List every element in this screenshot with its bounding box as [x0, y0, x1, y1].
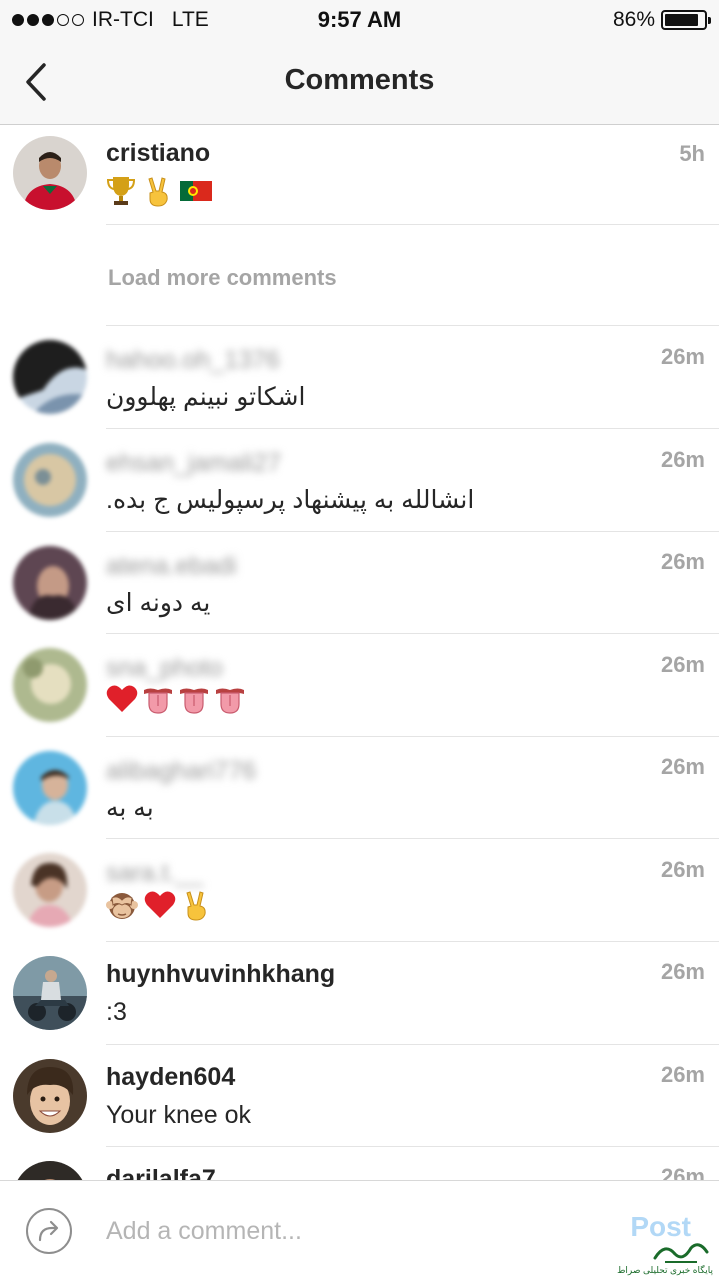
battery-fill — [665, 14, 698, 26]
comment-text: Your knee ok — [106, 1101, 252, 1129]
avatar[interactable] — [13, 751, 87, 825]
load-more-comments-button[interactable]: Load more comments — [108, 265, 337, 291]
battery-percent: 86% — [612, 8, 655, 31]
comments-feed[interactable]: cristiano 5h Load more comments hahoo.oh… — [0, 125, 719, 1180]
tongue-icon — [180, 688, 208, 714]
comment-item: atena.ebadi 26m یه دونه ای — [0, 532, 719, 634]
comment-input[interactable] — [106, 1211, 586, 1251]
avatar[interactable] — [13, 443, 87, 517]
caption-username[interactable]: cristiano — [106, 139, 210, 168]
watermark-icon — [653, 1243, 709, 1263]
comment-item: sna_photo 26m — [0, 634, 719, 737]
comment-input-bar: Post پایگاه خبری تحلیلی صراط — [0, 1180, 719, 1280]
comment-username[interactable]: sara.t.__ — [106, 859, 203, 888]
comment-username[interactable]: hayden604 — [106, 1063, 235, 1092]
caption-item: cristiano 5h — [0, 125, 719, 225]
comment-item: alibaghari776 26m به به — [0, 737, 719, 839]
comment-time: 26m — [660, 652, 705, 677]
comment-username[interactable]: hahoo.oh_1376 — [106, 346, 280, 375]
battery-icon — [661, 10, 711, 30]
victory-hand-icon — [186, 891, 206, 921]
comment-username[interactable]: darilalfa7 — [106, 1165, 216, 1180]
comment-time: 26m — [660, 754, 705, 779]
status-bar: IR-TCI LTE 9:57 AM 86% — [0, 0, 719, 40]
heart-icon — [144, 891, 176, 918]
share-button[interactable] — [26, 1208, 72, 1254]
avatar[interactable] — [13, 136, 87, 210]
avatar[interactable] — [13, 853, 87, 927]
portugal-flag-icon — [180, 181, 212, 201]
comment-time: 26m — [660, 1062, 705, 1087]
page-title: Comments — [284, 64, 435, 96]
comment-time: 26m — [660, 549, 705, 574]
avatar[interactable] — [13, 546, 87, 620]
avatar[interactable] — [13, 648, 87, 722]
comment-item: huynhvuvinhkhang 26m :3 — [0, 942, 719, 1045]
tongue-icon — [216, 688, 244, 714]
victory-hand-icon — [148, 177, 168, 207]
comment-username[interactable]: alibaghari776 — [106, 757, 256, 786]
status-time: 9:57 AM — [317, 7, 402, 32]
comment-time: 26m — [660, 344, 705, 369]
comment-username[interactable]: ehsan_jamali27 — [106, 449, 281, 478]
comment-text: به به — [106, 794, 154, 822]
share-arrow-icon — [38, 1220, 59, 1242]
comment-time: 26m — [660, 959, 705, 984]
comment-emojis — [106, 684, 246, 714]
trophy-icon — [106, 177, 136, 205]
comment-item: darilalfa7 26m — [0, 1147, 719, 1180]
comment-item: hahoo.oh_1376 26m اشکاتو نبینم پهلوون — [0, 326, 719, 429]
comment-item: hayden604 26m Your knee ok — [0, 1045, 719, 1147]
comment-text: انشالله به پیشنهاد پرسپولیس ج بده. — [106, 486, 475, 514]
comment-time: 26m — [660, 857, 705, 882]
comment-item: sara.t.__ 26m — [0, 839, 719, 942]
comment-text: یه دونه ای — [106, 589, 211, 617]
heart-icon — [106, 685, 138, 712]
avatar[interactable] — [13, 1161, 87, 1180]
caption-emojis — [106, 175, 212, 207]
comment-item: ehsan_jamali27 26m انشالله به پیشنهاد پر… — [0, 429, 719, 532]
divider — [106, 224, 719, 225]
comment-time: 26m — [660, 447, 705, 472]
watermark-text: پایگاه خبری تحلیلی صراط — [617, 1265, 713, 1275]
comment-text: اشکاتو نبینم پهلوون — [106, 383, 306, 411]
status-right: 86% — [612, 8, 711, 32]
comment-emojis — [106, 889, 210, 921]
avatar[interactable] — [13, 340, 87, 414]
comment-time: 26m — [660, 1164, 705, 1180]
watermark-logo: پایگاه خبری تحلیلی صراط — [603, 1238, 715, 1276]
comment-username[interactable]: sna_photo — [106, 654, 223, 683]
comment-username[interactable]: huynhvuvinhkhang — [106, 960, 335, 989]
see-no-evil-monkey-icon — [106, 893, 138, 919]
comment-text: :3 — [106, 998, 127, 1026]
avatar[interactable] — [13, 1059, 87, 1133]
avatar[interactable] — [13, 956, 87, 1030]
caption-time: 5h — [679, 141, 705, 166]
nav-bar: Comments — [0, 40, 719, 125]
comment-username[interactable]: atena.ebadi — [106, 552, 237, 581]
tongue-icon — [144, 688, 172, 714]
